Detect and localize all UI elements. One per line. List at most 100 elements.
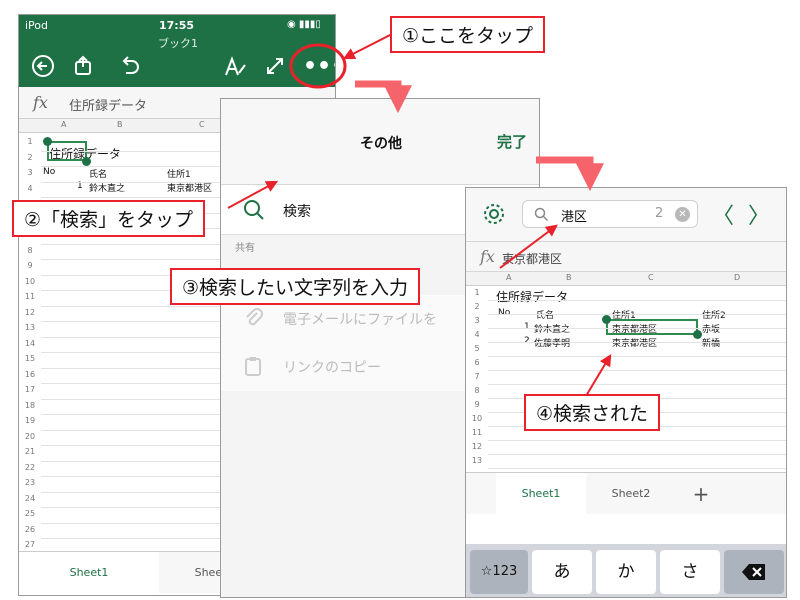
search-icon [533,206,549,226]
grid-line [488,356,786,357]
cell-c2[interactable]: 住所1 [167,167,191,180]
menu-title: その他 [360,136,402,152]
row-header: 20 [24,431,36,441]
row-header: 8 [474,386,480,395]
row-header: 25 [24,509,36,518]
chevron-right-icon[interactable]: 〉 [748,198,770,230]
key-a[interactable]: あ [532,550,592,594]
chevron-left-icon[interactable]: 〈 [712,198,734,230]
carrier-label: iPod [25,19,49,32]
cell-a2[interactable]: No [43,167,55,177]
grid-line [488,454,786,455]
format-icon[interactable] [221,53,249,81]
row-header: 2 [27,152,33,162]
row-header: 18 [24,400,36,410]
cell-c3[interactable]: 東京都港区 [167,181,212,194]
row-header: 19 [24,416,36,425]
fullscreen-icon[interactable] [261,53,289,81]
document-title: ブック1 [158,37,198,50]
column-header: C [199,120,205,129]
row-header: 8 [27,245,33,255]
callout-step-4: ④検索された [524,394,661,431]
clipboard-icon [243,355,263,381]
row-header: 11 [24,292,36,301]
clear-search-icon[interactable]: ✕ [675,207,690,222]
column-header: C [648,273,654,282]
row-header: 10 [471,414,483,423]
column-header: D [734,273,741,282]
row-header: 3 [27,168,33,177]
row-header: 24 [24,493,36,503]
formula-value: 住所録データ [69,99,148,114]
row-header: 5 [474,344,480,353]
grid-line [488,300,786,301]
spreadsheet-grid[interactable]: A B C D 住所録データ No 氏名 住所1 住所2 1 鈴木直之 東京都港… [466,272,786,472]
tutorial-stage: iPod 17:55 ◉ ▮▮▮▯ ブック1 ••• fx [0,0,800,600]
grid-line [488,370,786,371]
grid-line [488,468,786,469]
row-header: 22 [24,462,36,472]
done-button[interactable]: 完了 [497,131,527,152]
row-header: 6 [474,358,480,367]
key-ka[interactable]: か [596,550,656,594]
row-header: 1 [27,137,33,146]
keyboard: ☆123 あ か さ [466,544,786,597]
search-icon [241,197,267,227]
row-header: 21 [24,447,36,456]
selection-handle[interactable] [693,330,702,339]
sheet-tabs: Sheet1 Sheet2 + [466,472,786,515]
row-header: 14 [24,338,36,348]
cell-b3[interactable]: 鈴木直之 [89,181,125,194]
selection-handle[interactable] [43,137,52,146]
row-header: 4 [474,330,480,339]
search-query: 港区 [561,210,588,225]
found-cell-highlight [606,319,698,335]
column-header: B [566,273,572,282]
cell-a4[interactable]: 2 [524,336,530,346]
grid-line [488,342,786,343]
formula-bar[interactable]: fx 東京都港区 [466,242,786,272]
row-header: 26 [24,524,36,534]
callout-step-1: ①ここをタップ [390,16,546,53]
undo-icon[interactable] [115,53,143,81]
cell-a3[interactable]: 1 [524,322,530,332]
row-header: 12 [471,442,483,451]
cell-a1[interactable]: 住所録データ [496,288,568,305]
share-section-label: 共有 [235,243,255,254]
row-header: 15 [24,354,36,363]
delete-key-icon[interactable] [724,550,784,594]
formula-value: 東京都港区 [502,252,563,266]
column-header: B [117,120,123,129]
row-header: 7 [474,372,480,381]
row-header: 17 [24,385,36,394]
paperclip-icon [243,307,263,333]
row-header: 27 [24,540,36,549]
status-bar: iPod 17:55 ◉ ▮▮▮▯ [19,15,335,37]
row-header: 2 [474,302,480,311]
key-symbols[interactable]: ☆123 [470,550,528,594]
menu-item-search-label: 検索 [283,204,311,220]
add-sheet-button[interactable]: + [676,473,726,515]
tab-sheet1[interactable]: Sheet1 [19,552,159,594]
cell-a2[interactable]: No [498,308,510,318]
selection-handle[interactable] [82,157,91,166]
share-icon[interactable] [69,53,97,81]
key-sa[interactable]: さ [660,550,720,594]
tab-sheet2[interactable]: Sheet2 [586,473,676,515]
row-header: 9 [27,261,33,270]
column-header: A [506,273,512,282]
cell-a3[interactable]: 1 [77,181,83,191]
grid-line [488,384,786,385]
clock-label: 17:55 [159,19,195,32]
search-input[interactable]: 港区 2 ✕ [522,200,698,228]
back-icon[interactable] [29,53,57,81]
tab-sheet1[interactable]: Sheet1 [496,473,586,515]
cell-b2[interactable]: 氏名 [89,167,107,180]
menu-item-copy-link-label: リンクのコピー [283,360,381,376]
more-icon[interactable]: ••• [303,53,335,81]
row-header: 16 [24,369,36,379]
grid-line [488,440,786,441]
gear-icon[interactable] [482,202,506,232]
excel-toolbar: iPod 17:55 ◉ ▮▮▮▯ ブック1 ••• [19,15,335,87]
selection-handle[interactable] [602,315,611,324]
